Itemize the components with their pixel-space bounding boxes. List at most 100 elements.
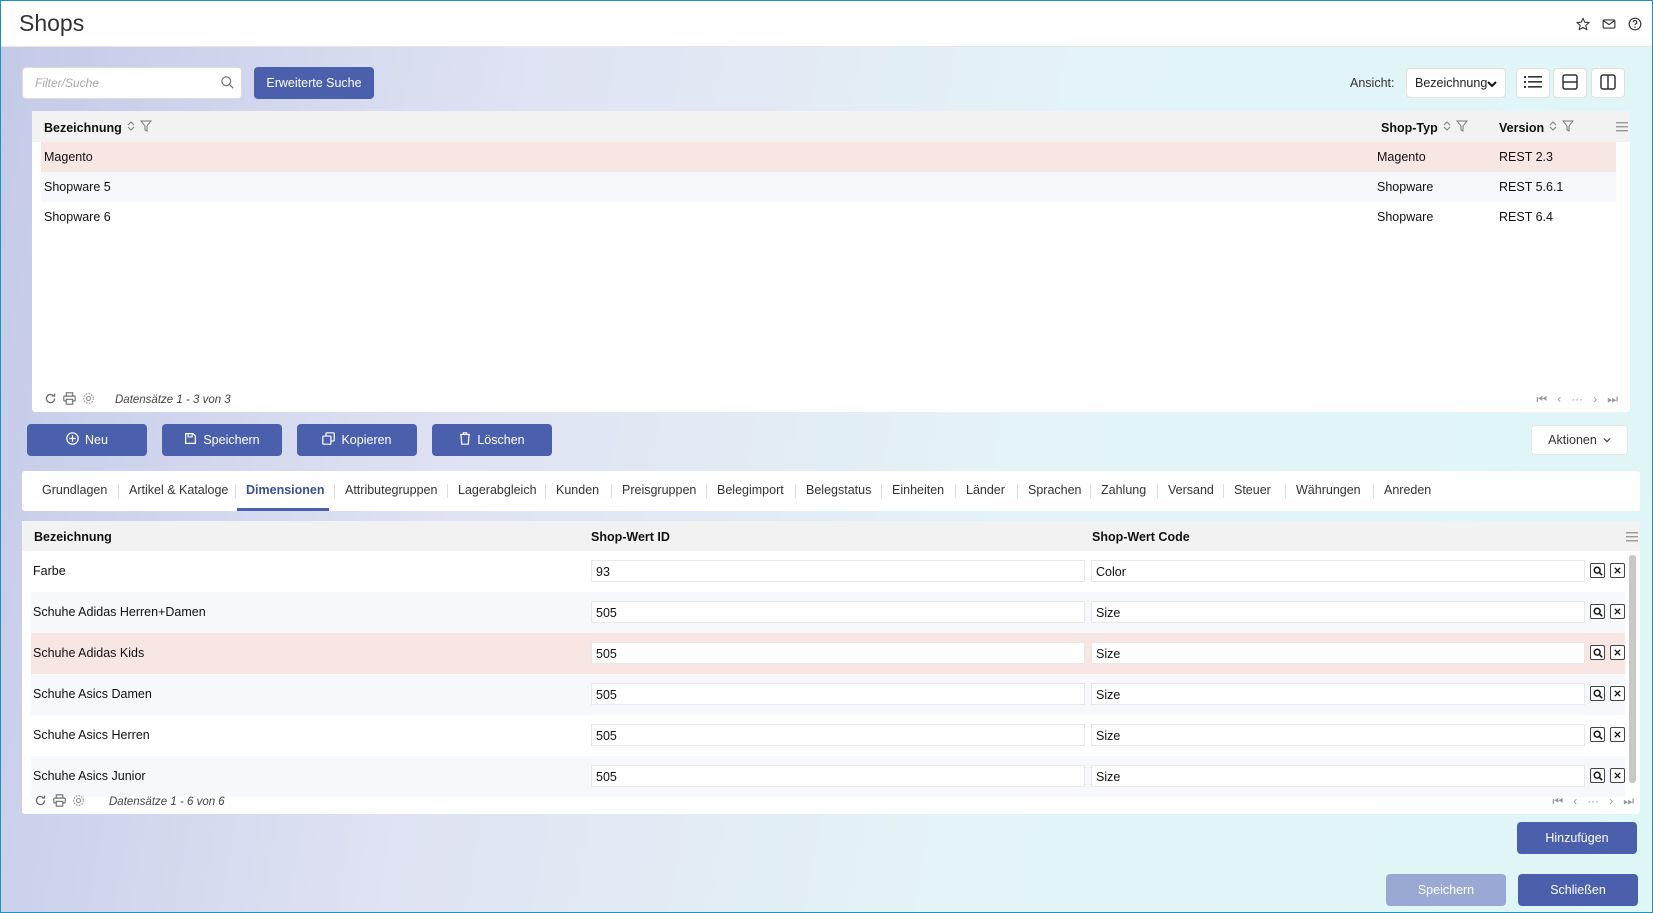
tab-11[interactable]: Sprachen [1028, 483, 1082, 497]
tab-13[interactable]: Versand [1168, 483, 1214, 497]
lookup-search-icon[interactable] [1590, 563, 1605, 578]
gear-icon[interactable] [72, 794, 85, 810]
column-header-shop-wert-id[interactable]: Shop-Wert ID [591, 530, 670, 544]
actions-dropdown[interactable]: Aktionen [1531, 425, 1628, 455]
table-row[interactable]: Magento Magento REST 2.3 [41, 142, 1616, 172]
search-input[interactable] [23, 68, 203, 98]
tab-2[interactable]: Dimensionen [246, 483, 325, 497]
help-icon[interactable] [1626, 15, 1644, 33]
more-pages-icon[interactable]: ··· [1571, 392, 1583, 407]
next-page-icon[interactable]: › [1609, 794, 1613, 809]
next-page-icon[interactable]: › [1593, 392, 1597, 407]
tab-16[interactable]: Anreden [1384, 483, 1431, 497]
shop-value-id-input[interactable]: 93 [591, 560, 1085, 582]
shop-value-code-input[interactable]: Size [1091, 683, 1585, 705]
column-menu-icon[interactable] [1616, 121, 1628, 135]
advanced-search-button[interactable]: Erweiterte Suche [254, 67, 374, 99]
tab-9[interactable]: Einheiten [892, 483, 944, 497]
new-button[interactable]: Neu [27, 424, 147, 456]
print-icon[interactable] [53, 794, 66, 810]
table-row[interactable]: Schuhe Adidas Kids 505 Size [31, 633, 1625, 674]
table-row[interactable]: Schuhe Asics Herren 505 Size [31, 715, 1625, 756]
table-row[interactable]: Farbe 93 Color [31, 551, 1625, 592]
shop-value-code-input[interactable]: Size [1091, 765, 1585, 787]
delete-button[interactable]: Löschen [432, 424, 552, 456]
table-row[interactable]: Shopware 5 Shopware REST 5.6.1 [41, 172, 1616, 202]
shop-value-code-input[interactable]: Size [1091, 601, 1585, 623]
tab-separator [235, 484, 236, 498]
lookup-search-icon[interactable] [1590, 727, 1605, 742]
shop-value-id-input[interactable]: 505 [591, 642, 1085, 664]
lookup-search-icon[interactable] [1590, 645, 1605, 660]
shop-value-code-input[interactable]: Size [1091, 724, 1585, 746]
copy-button[interactable]: Kopieren [297, 424, 417, 456]
prev-page-icon[interactable]: ‹ [1557, 392, 1561, 407]
search-icon[interactable] [220, 75, 235, 93]
column-header-bezeichnung[interactable]: Bezeichnung [34, 530, 112, 544]
clear-icon[interactable] [1610, 645, 1625, 660]
first-page-icon[interactable]: ⏮ [1536, 392, 1547, 407]
shop-value-code-input[interactable]: Size [1091, 642, 1585, 664]
table-row[interactable]: Shopware 6 Shopware REST 6.4 [41, 202, 1616, 232]
tab-12[interactable]: Zahlung [1101, 483, 1146, 497]
more-pages-icon[interactable]: ··· [1587, 794, 1599, 809]
lookup-search-icon[interactable] [1590, 604, 1605, 619]
plus-circle-icon [66, 432, 79, 448]
clear-icon[interactable] [1610, 727, 1625, 742]
trash-icon [459, 432, 471, 448]
last-page-icon[interactable]: ⏭ [1607, 392, 1618, 407]
star-icon[interactable] [1574, 15, 1592, 33]
print-icon[interactable] [63, 392, 76, 408]
gear-icon[interactable] [82, 392, 95, 408]
refresh-icon[interactable] [44, 392, 57, 408]
tab-3[interactable]: Attributegruppen [345, 483, 437, 497]
tab-4[interactable]: Lagerabgleich [458, 483, 537, 497]
add-button[interactable]: Hinzufügen [1517, 822, 1637, 854]
shop-value-id-input[interactable]: 505 [591, 601, 1085, 623]
prev-page-icon[interactable]: ‹ [1573, 794, 1577, 809]
column-header-bezeichnung[interactable]: Bezeichnung [44, 120, 152, 135]
refresh-icon[interactable] [34, 794, 47, 810]
vertical-scrollbar[interactable] [1629, 555, 1636, 783]
chevron-down-icon [1487, 78, 1497, 92]
table-row[interactable]: Schuhe Asics Damen 505 Size [31, 674, 1625, 715]
list-view-button[interactable] [1516, 68, 1550, 98]
split-horizontal-button[interactable] [1553, 68, 1587, 98]
footer-save-button[interactable]: Speichern [1386, 874, 1506, 906]
tab-6[interactable]: Preisgruppen [622, 483, 696, 497]
clear-icon[interactable] [1610, 686, 1625, 701]
tab-0[interactable]: Grundlagen [42, 483, 107, 497]
shop-value-id-input[interactable]: 505 [591, 724, 1085, 746]
column-header-shop-typ[interactable]: Shop-Typ [1381, 120, 1468, 135]
pager: ⏮ ‹ ··· › ⏭ [1552, 794, 1634, 809]
clear-icon[interactable] [1610, 768, 1625, 783]
shop-value-code-input[interactable]: Color [1091, 560, 1585, 582]
last-page-icon[interactable]: ⏭ [1623, 794, 1634, 809]
row-label: Schuhe Adidas Kids [33, 646, 145, 660]
shop-value-id-input[interactable]: 505 [591, 683, 1085, 705]
copy-icon [322, 432, 336, 448]
split-vertical-button[interactable] [1591, 68, 1625, 98]
shop-value-id-input[interactable]: 505 [591, 765, 1085, 787]
tab-8[interactable]: Belegstatus [806, 483, 871, 497]
tab-14[interactable]: Steuer [1234, 483, 1271, 497]
column-menu-icon[interactable] [1626, 531, 1638, 545]
tab-5[interactable]: Kunden [556, 483, 599, 497]
lookup-search-icon[interactable] [1590, 686, 1605, 701]
lookup-search-icon[interactable] [1590, 768, 1605, 783]
clear-icon[interactable] [1610, 563, 1625, 578]
save-button[interactable]: Speichern [162, 424, 282, 456]
tab-10[interactable]: Länder [966, 483, 1005, 497]
tab-1[interactable]: Artikel & Kataloge [129, 483, 228, 497]
first-page-icon[interactable]: ⏮ [1552, 794, 1563, 809]
clear-icon[interactable] [1610, 604, 1625, 619]
table-row[interactable]: Schuhe Adidas Herren+Damen 505 Size [31, 592, 1625, 633]
tab-15[interactable]: Währungen [1296, 483, 1361, 497]
view-select[interactable]: Bezeichnung [1406, 68, 1506, 98]
mail-icon[interactable] [1600, 15, 1618, 33]
tab-7[interactable]: Belegimport [717, 483, 784, 497]
column-header-version[interactable]: Version [1499, 120, 1575, 135]
chevron-down-icon [1603, 433, 1611, 447]
column-header-shop-wert-code[interactable]: Shop-Wert Code [1092, 530, 1190, 544]
close-button[interactable]: Schließen [1518, 874, 1638, 906]
